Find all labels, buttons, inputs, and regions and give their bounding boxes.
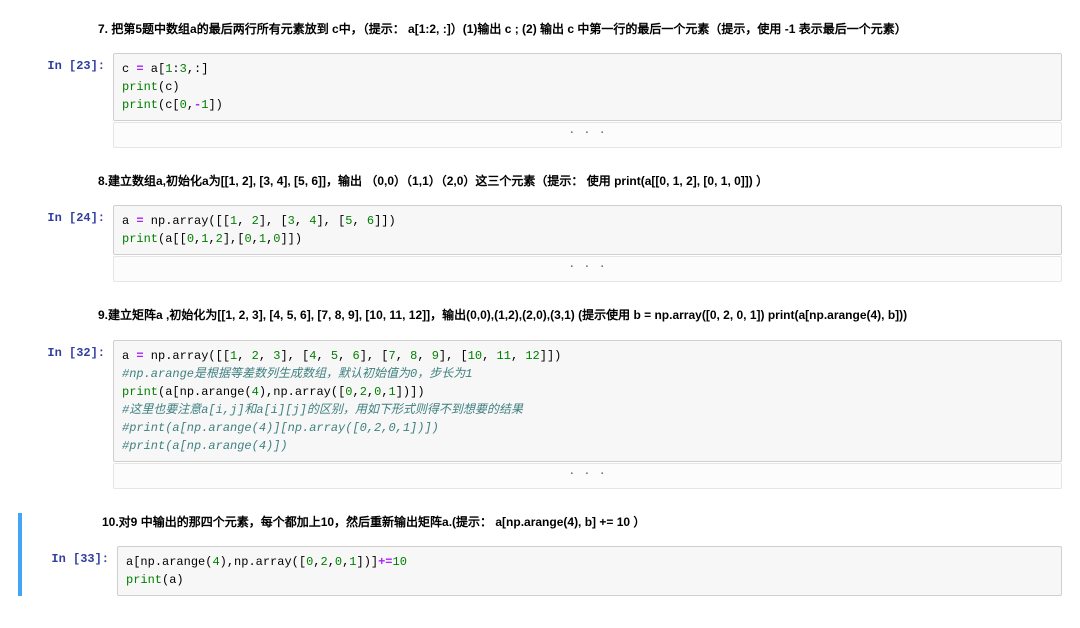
code-cell[interactable]: In [23]:c = a[1:3,:] print(c) print(c[0,… [18, 53, 1062, 121]
cell-prompt: In [24]: [18, 205, 113, 255]
code-cell[interactable]: In [24]:a = np.array([[1, 2], [3, 4], [5… [18, 205, 1062, 255]
output-collapser[interactable]: . . . [113, 463, 1062, 489]
code-input[interactable]: c = a[1:3,:] print(c) print(c[0,-1]) [113, 53, 1062, 121]
question-heading: 8.建立数组a,初始化a为[[1, 2], [3, 4], [5, 6]]，输出… [18, 172, 1062, 191]
code-input[interactable]: a[np.arange(4),np.array([0,2,0,1])]+=10 … [117, 546, 1062, 596]
output-collapser[interactable]: . . . [113, 122, 1062, 148]
code-input[interactable]: a = np.array([[1, 2, 3], [4, 5, 6], [7, … [113, 340, 1062, 462]
cell-prompt: In [33]: [22, 546, 117, 596]
question-heading: 7. 把第5题中数组a的最后两行所有元素放到 c中，（提示： a[1:2, :]… [18, 20, 1062, 39]
code-input[interactable]: a = np.array([[1, 2], [3, 4], [5, 6]]) p… [113, 205, 1062, 255]
cell-prompt: In [23]: [18, 53, 113, 121]
question-heading: 10.对9 中输出的那四个元素，每个都加上10，然后重新输出矩阵a.(提示： a… [22, 513, 1062, 532]
code-cell[interactable]: In [33]:a[np.arange(4),np.array([0,2,0,1… [22, 546, 1062, 596]
question-heading: 9.建立矩阵a ,初始化为[[1, 2, 3], [4, 5, 6], [7, … [18, 306, 1062, 325]
output-collapser[interactable]: . . . [113, 256, 1062, 282]
code-cell[interactable]: In [32]:a = np.array([[1, 2, 3], [4, 5, … [18, 340, 1062, 462]
cell-prompt: In [32]: [18, 340, 113, 462]
